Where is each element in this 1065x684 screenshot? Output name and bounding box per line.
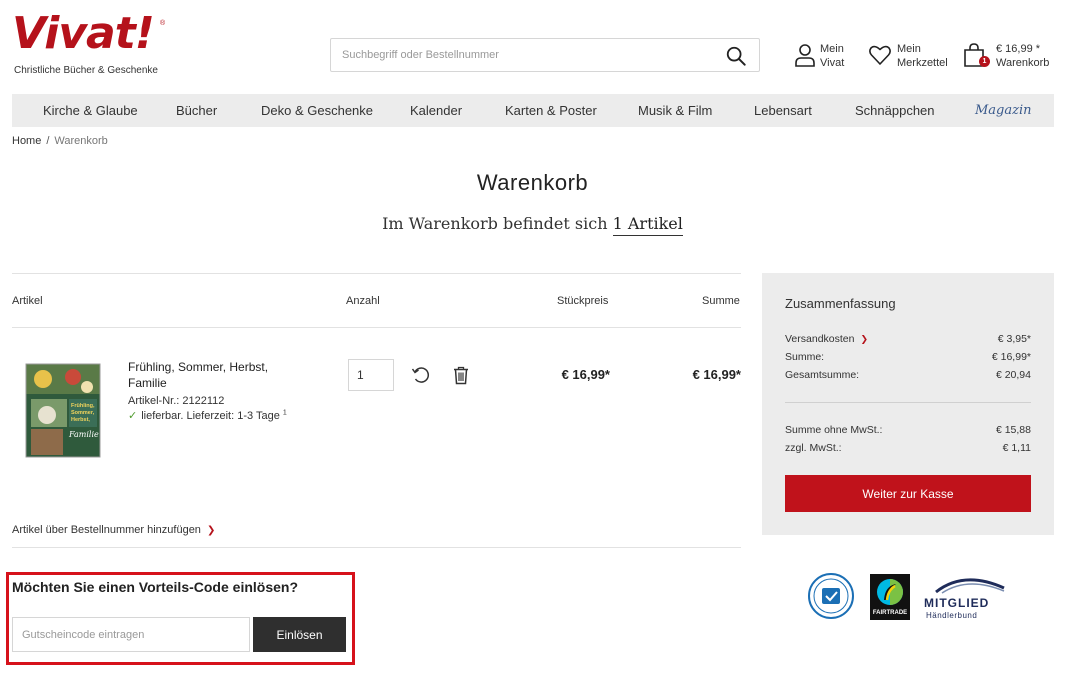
account-link[interactable]: Mein Vivat xyxy=(794,40,854,74)
order-summary: Zusammenfassung Versandkosten ❯ € 3,95* S… xyxy=(762,273,1054,535)
fairtrade-logo[interactable]: FAIRTRADE xyxy=(870,574,910,620)
add-by-number-toggle[interactable]: Artikel über Bestellnummer hinzufügen ❯ xyxy=(12,524,215,536)
nav-item-schnaeppchen[interactable]: Schnäppchen xyxy=(855,103,935,118)
logo-wordmark: Vivat! xyxy=(12,8,155,59)
swoosh-icon xyxy=(935,578,1005,594)
svg-text:Herbst,: Herbst, xyxy=(71,417,90,423)
nav-item-musik-film[interactable]: Musik & Film xyxy=(638,103,712,118)
nav-item-kirche-glaube[interactable]: Kirche & Glaube xyxy=(43,103,138,118)
breadcrumb: Home / Warenkorb xyxy=(12,135,108,147)
checkout-button[interactable]: Weiter zur Kasse xyxy=(785,475,1031,512)
nav-item-lebensart[interactable]: Lebensart xyxy=(754,103,812,118)
page-title: Warenkorb xyxy=(476,170,589,195)
voucher-code-input[interactable] xyxy=(12,617,250,652)
heart-icon xyxy=(869,45,891,65)
trash-icon[interactable] xyxy=(451,365,471,385)
divider xyxy=(785,402,1031,403)
svg-text:Familie: Familie xyxy=(68,430,99,439)
cart-link[interactable]: 1 € 16,99 * Warenkorb xyxy=(963,40,1055,74)
haendlerbund-member-badge[interactable]: MITGLIED Händlerbund xyxy=(924,574,1008,620)
nav-item-buecher[interactable]: Bücher xyxy=(176,103,217,118)
search-icon[interactable] xyxy=(725,45,747,67)
column-header-unit-price: Stückpreis xyxy=(557,295,609,307)
user-icon xyxy=(795,44,815,67)
product-name[interactable]: Frühling, Sommer, Herbst, Familie xyxy=(128,359,298,391)
nav-item-kalender[interactable]: Kalender xyxy=(410,103,462,118)
search-input[interactable] xyxy=(331,39,711,71)
trusted-shop-seal-icon[interactable] xyxy=(807,572,855,620)
line-total: € 16,99* xyxy=(692,367,741,382)
chevron-down-icon: ❯ xyxy=(206,525,216,536)
availability-status: ✓ lieferbar. Lieferzeit: 1-3 Tage 1 xyxy=(128,409,287,422)
logo-tagline: Christliche Bücher & Geschenke xyxy=(14,65,158,76)
wishlist-link[interactable]: Mein Merkzettel xyxy=(868,40,952,74)
cart-count-badge: 1 xyxy=(979,56,990,67)
svg-text:Sommer,: Sommer, xyxy=(71,410,95,416)
svg-text:Frühling,: Frühling, xyxy=(71,403,95,409)
logo[interactable]: Vivat! ® Christliche Bücher & Geschenke xyxy=(12,8,172,78)
cart-count-summary: Im Warenkorb befindet sich 1 Artikel xyxy=(0,214,1065,236)
chevron-down-icon: ❯ xyxy=(860,334,869,344)
refresh-icon[interactable] xyxy=(411,365,431,385)
header: Vivat! ® Christliche Bücher & Geschenke … xyxy=(0,0,1065,92)
nav-item-deko-geschenke[interactable]: Deko & Geschenke xyxy=(261,103,373,118)
column-header-article: Artikel xyxy=(12,295,43,307)
nav-item-karten-poster[interactable]: Karten & Poster xyxy=(505,103,597,118)
main-nav: Kirche & Glaube Bücher Deko & Geschenke … xyxy=(12,94,1054,127)
cart-total: € 16,99 * xyxy=(996,43,1041,55)
column-header-sum: Summe xyxy=(702,295,740,307)
fairtrade-icon xyxy=(877,579,903,605)
product-image[interactable]: Frühling, Sommer, Herbst, Familie xyxy=(25,363,101,458)
divider xyxy=(12,273,741,274)
product-sku: Artikel-Nr.: 2122112 xyxy=(128,395,225,407)
column-header-quantity: Anzahl xyxy=(346,295,380,307)
divider xyxy=(12,547,741,548)
summary-title: Zusammenfassung xyxy=(785,296,896,311)
redeem-voucher-button[interactable]: Einlösen xyxy=(253,617,346,652)
breadcrumb-current: Warenkorb xyxy=(54,135,108,147)
quantity-input[interactable] xyxy=(348,359,394,391)
breadcrumb-home[interactable]: Home xyxy=(12,135,41,147)
divider xyxy=(12,327,741,328)
checkmark-icon: ✓ xyxy=(128,410,138,422)
nav-item-magazin[interactable]: Magazin xyxy=(975,103,1032,118)
unit-price: € 16,99* xyxy=(561,367,610,382)
search-bar xyxy=(330,38,760,72)
voucher-title: Möchten Sie einen Vorteils-Code einlösen… xyxy=(12,579,299,595)
